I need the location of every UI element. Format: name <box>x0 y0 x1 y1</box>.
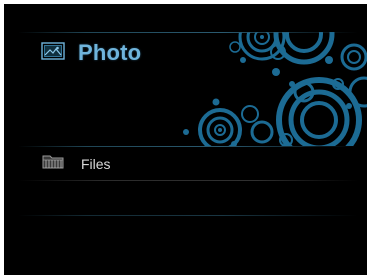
files-label: Files <box>81 155 111 172</box>
photo-divider <box>18 146 358 147</box>
menu-item-photo[interactable]: Photo <box>41 40 141 66</box>
device-screen: Photo Files <box>4 4 367 275</box>
image-icon <box>41 41 65 65</box>
menu-item-files[interactable]: Files <box>41 152 111 175</box>
bottom-divider <box>18 215 358 216</box>
files-divider <box>18 180 358 181</box>
photo-label: Photo <box>78 40 142 65</box>
folder-icon <box>41 152 65 175</box>
top-divider <box>18 32 358 33</box>
circles-decoration <box>183 32 367 146</box>
